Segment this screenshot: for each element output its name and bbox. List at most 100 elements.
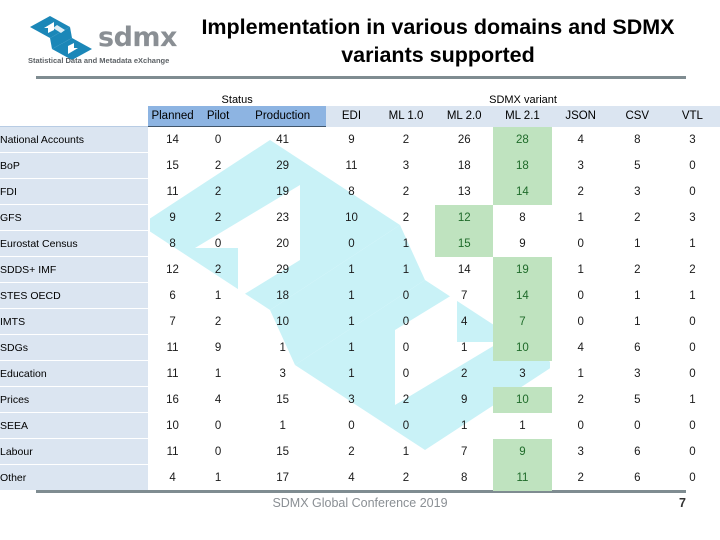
cell-edi: 1: [348, 263, 355, 276]
cell-edi: 2: [348, 445, 355, 458]
cell-ml-1-0: 0: [402, 367, 410, 380]
row-label-sdgs: SDGs: [0, 334, 149, 361]
cell-edi: 9: [348, 133, 355, 146]
cell-ml-2-0: 1: [461, 341, 468, 354]
cell-planned: 11: [166, 445, 179, 458]
table-row: SDGs 11 9 1 1 0 1 10 4 6 0: [0, 334, 720, 361]
cell-ml-2-0: 26: [457, 133, 471, 146]
column-header-planned[interactable]: Planned: [148, 106, 197, 127]
cell-ml-2-0: 2: [461, 367, 468, 380]
cell-planned: 11: [166, 341, 179, 354]
cell-edi: 1: [348, 341, 355, 354]
table-row: GFS 9 2 23 10 2 12 8 1 2 3: [0, 204, 720, 231]
cell-production: 41: [276, 133, 290, 146]
cell-ml-2-0: 14: [457, 263, 471, 276]
table-row: National Accounts 14 0 41 9 2 26 28 4 8 3: [0, 126, 720, 153]
cell-ml-2-1: 28: [493, 126, 552, 153]
sdmx-wordmark: sdmx: [98, 22, 177, 53]
column-header-json[interactable]: JSON: [551, 106, 610, 127]
row-label-education: Education: [0, 360, 149, 387]
page-number: 7: [679, 496, 686, 510]
cell-vtl: 1: [689, 289, 696, 302]
column-header-production[interactable]: Production: [239, 106, 327, 127]
slide: sdmx Statistical Data and Metadata eXcha…: [0, 0, 720, 540]
table-row: IMTS 7 2 10 1 0 4 7 0 1 0: [0, 308, 720, 335]
row-label-sdds-imf: SDDS+ IMF: [0, 256, 149, 283]
cell-planned: 14: [166, 133, 179, 146]
cell-ml-2-0: 1: [461, 419, 468, 432]
cell-ml-2-1: 14: [493, 178, 552, 205]
cell-production: 10: [276, 315, 290, 328]
column-header-vtl[interactable]: VTL: [664, 106, 720, 127]
table-row: FDI 11 2 19 8 2 13 14 2 3 0: [0, 178, 720, 205]
cell-json: 0: [577, 289, 584, 302]
cell-pilot: 0: [214, 419, 222, 432]
cell-pilot: 2: [214, 211, 222, 224]
cell-edi: 0: [348, 419, 355, 432]
cell-ml-2-1: 11: [493, 464, 552, 491]
cell-production: 15: [276, 393, 290, 406]
cell-edi: 8: [348, 185, 355, 198]
cell-ml-1-0: 2: [402, 133, 410, 146]
footer-label: SDMX Global Conference 2019: [272, 496, 448, 510]
cell-ml-2-0: 7: [461, 289, 468, 302]
data-grid: Status SDMX variant Planned Pilot Produc…: [0, 88, 720, 491]
cell-pilot: 2: [214, 263, 222, 276]
table-row: Prices 16 4 15 3 2 9 10 2 5 1: [0, 386, 720, 413]
cell-planned: 15: [166, 159, 179, 172]
cell-ml-2-0: 7: [461, 445, 468, 458]
cell-edi: 1: [348, 315, 355, 328]
cell-json: 2: [577, 185, 584, 198]
row-label-stes-oecd: STES OECD: [0, 282, 149, 309]
cell-json: 2: [577, 393, 584, 406]
cell-vtl: 1: [689, 393, 696, 406]
cell-vtl: 0: [689, 367, 696, 380]
cell-planned: 11: [166, 367, 179, 380]
cell-csv: 6: [634, 341, 641, 354]
table-row: SEEA 10 0 1 0 0 1 1 0 0 0: [0, 412, 720, 439]
cell-ml-1-0: 2: [402, 471, 410, 484]
cell-ml-1-0: 0: [402, 289, 410, 302]
cell-edi: 3: [348, 393, 355, 406]
cell-vtl: 1: [689, 237, 696, 250]
cell-json: 0: [577, 419, 584, 432]
cell-pilot: 0: [214, 133, 222, 146]
table-row: Labour 11 0 15 2 1 7 9 3 6 0: [0, 438, 720, 465]
cell-production: 18: [276, 289, 290, 302]
cell-json: 3: [577, 159, 584, 172]
cell-csv: 1: [634, 237, 641, 250]
column-header-ml-1-0[interactable]: ML 1.0: [376, 106, 436, 127]
cell-pilot: 9: [214, 341, 222, 354]
cell-csv: 5: [634, 393, 641, 406]
cell-ml-2-0: 18: [457, 159, 471, 172]
cell-production: 29: [276, 159, 290, 172]
cell-ml-2-0: 13: [457, 185, 471, 198]
sdmx-logo: sdmx Statistical Data and Metadata eXcha…: [26, 14, 186, 72]
row-label-gfs: GFS: [0, 204, 149, 231]
cell-planned: 7: [169, 315, 176, 328]
column-header-ml-2-0[interactable]: ML 2.0: [435, 106, 494, 127]
cell-ml-2-1: 10: [493, 334, 552, 361]
cell-planned: 10: [166, 419, 179, 432]
cell-ml-2-0: 12: [435, 204, 494, 231]
sdmx-logo-mark: [30, 16, 92, 60]
implementation-table: Status SDMX variant Planned Pilot Produc…: [0, 88, 720, 491]
table-row: BoP 15 2 29 11 3 18 18 3 5 0: [0, 152, 720, 179]
cell-ml-1-0: 0: [402, 419, 410, 432]
row-label-prices: Prices: [0, 386, 149, 413]
cell-vtl: 0: [689, 185, 696, 198]
cell-ml-1-0: 1: [402, 263, 410, 276]
cell-pilot: 4: [214, 393, 222, 406]
group-header-row: Status SDMX variant: [0, 88, 720, 106]
cell-vtl: 0: [689, 341, 696, 354]
cell-csv: 6: [634, 471, 641, 484]
cell-production: 29: [276, 263, 290, 276]
column-header-csv[interactable]: CSV: [609, 106, 665, 127]
column-header-ml-2-1[interactable]: ML 2.1: [493, 106, 552, 127]
cell-production: 3: [279, 367, 286, 380]
cell-production: 20: [276, 237, 290, 250]
column-header-edi[interactable]: EDI: [326, 106, 377, 127]
column-header-pilot[interactable]: Pilot: [196, 106, 240, 127]
cell-edi: 0: [348, 237, 355, 250]
cell-ml-2-1: 10: [493, 386, 552, 413]
